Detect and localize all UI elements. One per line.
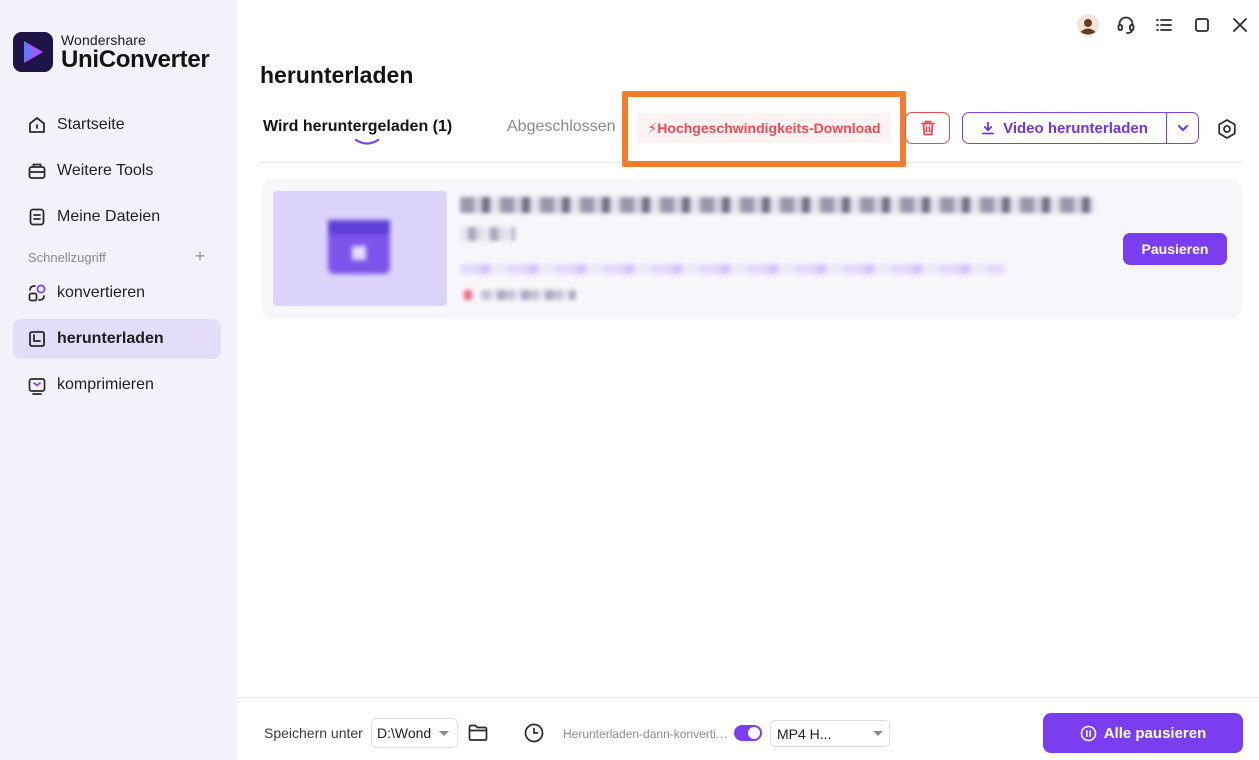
sidebar-item-komprimieren[interactable]: komprimieren	[13, 365, 221, 405]
brand: Wondershare UniConverter	[13, 31, 210, 73]
open-folder-button[interactable]	[467, 722, 489, 744]
maximize-icon[interactable]	[1183, 12, 1221, 38]
save-location-label: Speichern unter	[264, 725, 363, 741]
trash-icon	[920, 120, 935, 136]
sidebar-item-herunterladen[interactable]: herunterladen	[13, 319, 221, 359]
settings-button[interactable]	[1214, 116, 1240, 142]
quick-access-label: Schnellzugriff	[28, 250, 106, 265]
download-arrow-icon	[982, 121, 995, 135]
home-icon	[26, 114, 48, 136]
speed-text-blurred	[481, 290, 576, 300]
video-title-blurred	[460, 197, 1095, 213]
add-quick-access-icon[interactable]: +	[191, 246, 209, 267]
file-icon	[26, 206, 48, 228]
caret-down-icon	[873, 731, 883, 736]
brand-product: UniConverter	[61, 45, 210, 73]
page-title: herunterladen	[260, 62, 414, 88]
sidebar-item-konvertieren[interactable]: konvertieren	[13, 273, 221, 313]
caret-down-icon	[439, 730, 449, 736]
headset-icon[interactable]	[1107, 12, 1145, 38]
sidebar-item-startseite[interactable]: Startseite	[13, 105, 221, 145]
schedule-button[interactable]	[523, 722, 545, 744]
tab-downloading[interactable]: Wird heruntergeladen (1)	[263, 118, 452, 136]
video-placeholder-icon	[328, 220, 390, 274]
avatar-icon[interactable]	[1069, 12, 1107, 38]
pause-all-button[interactable]: Alle pausieren	[1043, 713, 1243, 753]
progress-bar-blurred	[460, 264, 1005, 274]
convert-icon	[26, 282, 48, 304]
download-convert-mode-label: Herunterladen-dann-konvertieren-Modus	[563, 727, 728, 741]
sidebar-item-label: herunterladen	[57, 330, 164, 347]
sidebar-item-label: konvertieren	[57, 284, 146, 301]
video-thumbnail	[273, 191, 447, 306]
sidebar-item-label: Weitere Tools	[57, 162, 154, 179]
uniconverter-logo-icon	[13, 32, 53, 72]
download-options-dropdown[interactable]	[1167, 113, 1198, 143]
sidebar-item-weitere-tools[interactable]: Weitere Tools	[13, 151, 221, 191]
save-path-value: D:\Wondershare	[377, 725, 431, 741]
bottom-divider	[237, 697, 1259, 698]
clock-icon	[524, 723, 544, 743]
pause-circle-icon	[1080, 725, 1097, 741]
download-video-button[interactable]: Video herunterladen	[962, 112, 1199, 144]
titlebar	[1069, 12, 1259, 38]
gear-icon	[1218, 119, 1236, 139]
download-item-card: Pausieren	[261, 179, 1242, 319]
sidebar-item-label: Startseite	[57, 116, 125, 133]
download-video-label: Video herunterladen	[1003, 119, 1148, 137]
output-format-value: MP4 H...	[777, 725, 832, 742]
chevron-down-icon	[1177, 125, 1188, 131]
sidebar: Wondershare UniConverter Startseite Weit…	[0, 0, 237, 760]
download-video-main[interactable]: Video herunterladen	[963, 113, 1167, 143]
video-size-blurred	[460, 227, 515, 241]
high-speed-download-button[interactable]: ⚡Hochgeschwindigkeits-Download	[637, 113, 891, 143]
save-path-select[interactable]: D:\Wondershare	[371, 718, 458, 748]
status-dot-blurred	[464, 290, 472, 300]
download-convert-toggle[interactable]	[734, 725, 762, 741]
tab-completed[interactable]: Abgeschlossen	[507, 118, 616, 136]
tab-active-indicator	[355, 139, 379, 145]
pause-all-label: Alle pausieren	[1103, 724, 1207, 742]
folder-icon	[468, 724, 488, 741]
sidebar-item-label: Meine Dateien	[57, 208, 161, 225]
brand-company: Wondershare	[61, 31, 146, 48]
sidebar-item-label: komprimieren	[57, 376, 154, 393]
delete-button[interactable]	[905, 112, 950, 144]
output-format-select[interactable]: MP4 H...	[770, 720, 890, 747]
pause-button[interactable]: Pausieren	[1123, 233, 1227, 265]
toolbox-icon	[26, 160, 48, 182]
sidebar-item-meine-dateien[interactable]: Meine Dateien	[13, 197, 221, 237]
download-icon	[26, 328, 48, 350]
menu-icon[interactable]	[1145, 12, 1183, 38]
compress-icon	[26, 374, 48, 396]
close-icon[interactable]	[1221, 12, 1259, 38]
